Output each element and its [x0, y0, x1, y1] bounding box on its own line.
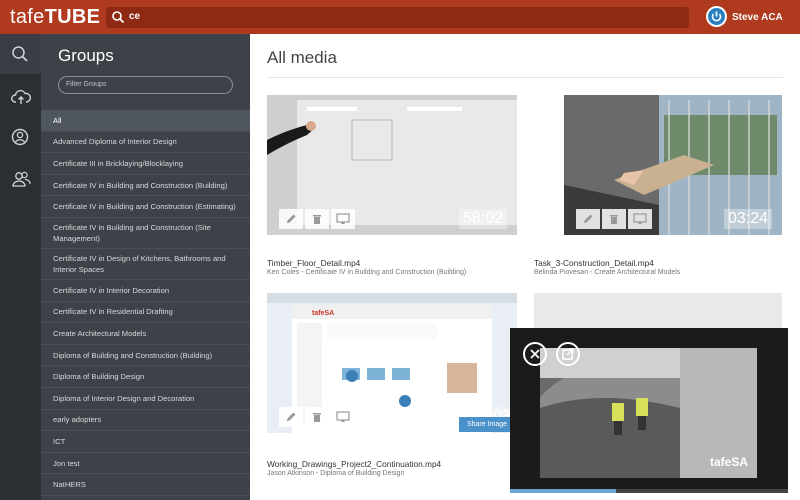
media-thumbnail[interactable]: tafeSA 56:03	[267, 293, 517, 433]
rail-groups-button[interactable]	[0, 159, 41, 199]
group-item[interactable]: Jon test	[41, 453, 250, 475]
svg-text:tafeSA: tafeSA	[312, 310, 334, 317]
rail-search-button[interactable]	[0, 34, 41, 74]
external-link-icon	[562, 348, 574, 360]
video-player-overlay[interactable]: tafeSA	[510, 328, 788, 493]
divider	[267, 77, 783, 78]
group-item[interactable]: Certificate IV in Design of Kitchens, Ba…	[41, 249, 250, 280]
power-button[interactable]	[706, 6, 727, 27]
upload-icon	[11, 89, 31, 104]
trash-icon	[610, 215, 618, 224]
groups-panel: Groups Filter Groups All Advanced Diplom…	[41, 34, 250, 500]
group-item-all[interactable]: All	[41, 110, 250, 132]
media-thumbnail[interactable]: 03:24	[564, 95, 782, 235]
thumb-tools	[279, 209, 355, 229]
group-item[interactable]: Certificate IV in Building and Construct…	[41, 196, 250, 218]
search-icon	[12, 46, 28, 62]
close-icon	[530, 349, 540, 359]
thumb-tools	[279, 407, 355, 427]
close-player-button[interactable]	[523, 342, 547, 366]
media-meta: Jason Atkinson - Diploma of Building Des…	[267, 470, 405, 477]
user-icon	[11, 128, 29, 146]
logo-text-tube: TUBE	[44, 6, 101, 28]
edit-button[interactable]	[576, 209, 600, 229]
media-filename[interactable]: Timber_Floor_Detail.mp4	[267, 258, 360, 268]
group-item[interactable]: Certificate IV in Building and Construct…	[41, 175, 250, 197]
group-item[interactable]: early adopters	[41, 410, 250, 432]
logo-text-tafe: tafe	[10, 6, 45, 28]
edit-button[interactable]	[279, 209, 303, 229]
top-bar: tafeTUBE ce Steve ACA	[0, 0, 800, 34]
group-item[interactable]: Diploma of Building and Construction (Bu…	[41, 345, 250, 367]
delete-button[interactable]	[602, 209, 626, 229]
group-item[interactable]: Diploma of Interior Design and Decoratio…	[41, 388, 250, 410]
group-item[interactable]: NatHERS	[41, 474, 250, 496]
search-input[interactable]: ce	[106, 7, 689, 28]
rail-profile-button[interactable]	[0, 117, 41, 157]
screen-icon	[336, 213, 350, 224]
group-item[interactable]: Certificate IV in Building and Construct…	[41, 218, 250, 249]
groups-title: Groups	[58, 46, 114, 65]
media-meta: Ken Coles - Certificate IV in Building a…	[267, 269, 467, 276]
pencil-icon	[287, 412, 296, 421]
pencil-icon	[287, 214, 296, 223]
media-thumbnail[interactable]	[534, 293, 782, 333]
group-item[interactable]: Advanced Diploma of Interior Design	[41, 132, 250, 154]
media-filename[interactable]: Working_Drawings_Project2_Continuation.m…	[267, 459, 441, 469]
search-value: ce	[129, 11, 141, 22]
duration-badge: 58:02	[458, 209, 507, 229]
page-title: All media	[267, 48, 337, 67]
delete-button[interactable]	[305, 407, 329, 427]
video-progress-bar[interactable]	[510, 489, 788, 493]
video-watermark: tafeSA	[710, 455, 748, 469]
screen-icon	[336, 411, 350, 422]
trash-icon	[313, 413, 321, 422]
group-item[interactable]: ICT	[41, 431, 250, 453]
pencil-icon	[584, 214, 593, 223]
group-item[interactable]: Create Architectural Models	[41, 323, 250, 345]
screen-icon	[633, 213, 647, 224]
delete-button[interactable]	[305, 209, 329, 229]
share-image-label: Share Image	[466, 421, 508, 428]
share-button[interactable]	[628, 209, 652, 229]
media-thumbnail[interactable]: 58:02	[267, 95, 517, 235]
edit-button[interactable]	[279, 407, 303, 427]
video-progress-fill	[510, 489, 616, 493]
rail-upload-button[interactable]	[0, 77, 41, 117]
groups-list: All Advanced Diploma of Interior Design …	[41, 110, 250, 496]
filter-groups-input[interactable]: Filter Groups	[58, 76, 233, 94]
group-item[interactable]: Diploma of Building Design	[41, 366, 250, 388]
users-icon	[12, 171, 31, 187]
app-logo[interactable]: tafeTUBE	[10, 6, 100, 29]
user-name[interactable]: Steve ACA	[732, 12, 783, 23]
trash-icon	[313, 215, 321, 224]
icon-rail	[0, 34, 41, 500]
popout-player-button[interactable]	[556, 342, 580, 366]
share-button[interactable]	[331, 209, 355, 229]
share-button[interactable]	[331, 407, 355, 427]
power-icon	[708, 8, 725, 25]
duration-badge: 03:24	[723, 209, 772, 229]
share-image-button[interactable]: Share Image	[459, 417, 515, 432]
group-item[interactable]: Certificate III in Bricklaying/Blocklayi…	[41, 153, 250, 175]
group-item[interactable]: Certificate IV in Residential Drafting	[41, 302, 250, 324]
thumb-tools	[576, 209, 652, 229]
group-item[interactable]: Certificate IV in Interior Decoration	[41, 280, 250, 302]
media-meta: Belinda Piovesan - Create Architectural …	[534, 269, 681, 276]
media-filename[interactable]: Task_3-Construction_Detail.mp4	[534, 258, 654, 268]
search-icon	[112, 11, 125, 24]
